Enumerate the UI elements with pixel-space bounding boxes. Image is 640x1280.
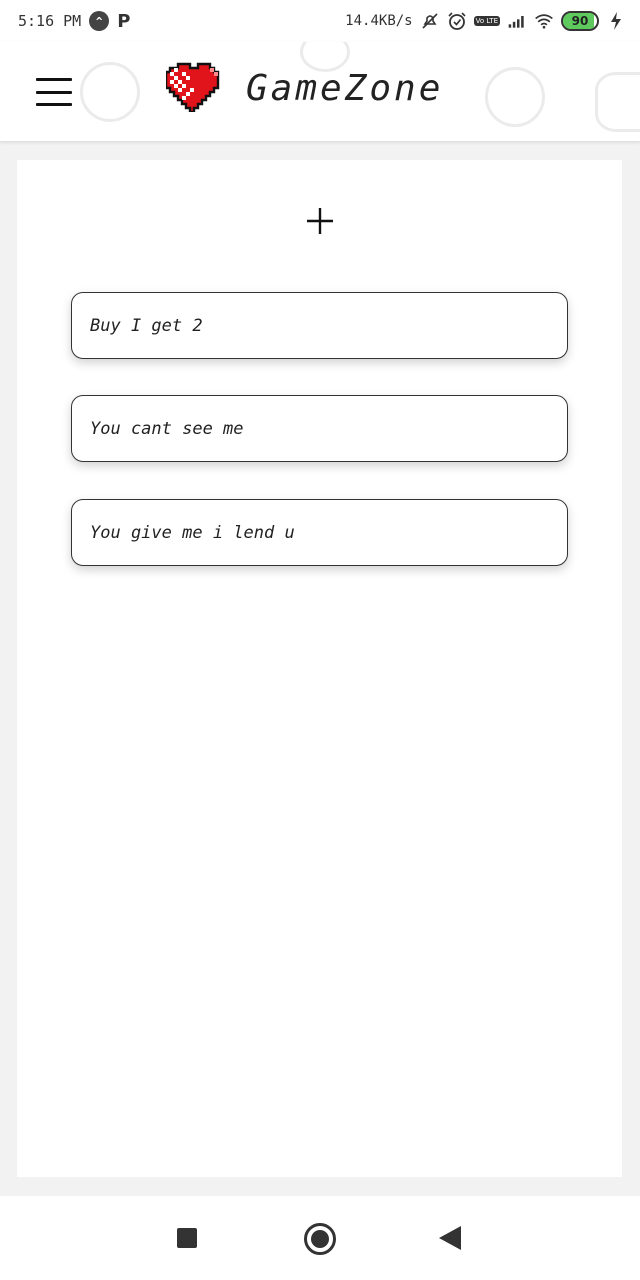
signal-icon [507,11,527,31]
todo-card: Buy I get 2 You cant see me You give me … [17,160,622,1177]
pixel-heart-icon [166,62,220,112]
battery-level: 90 [571,14,589,28]
background-doodle [595,72,640,132]
mute-icon [420,11,440,31]
status-left: 5:16 PM ^ P [18,11,130,32]
background-doodle [80,62,140,122]
plus-icon[interactable] [304,205,336,237]
app-header: GameZone [0,42,640,142]
navigation-bar [0,1196,640,1280]
battery-icon: 90 [561,11,599,31]
network-speed: 14.4KB/s [345,13,413,29]
hamburger-menu-icon[interactable] [36,78,72,106]
home-circle-icon[interactable] [304,1223,336,1255]
wifi-icon [534,11,554,31]
back-triangle-icon[interactable] [439,1226,461,1250]
recents-square-icon[interactable] [177,1228,197,1248]
status-time: 5:16 PM [18,12,82,30]
app-title: GameZone [246,68,444,109]
alarm-icon [447,11,467,31]
volte-icon: Vo LTE [473,16,500,26]
todo-item[interactable]: You give me i lend u [71,499,568,566]
screen: 5:16 PM ^ P 14.4KB/s Vo LTE 90 GameZone … [0,0,640,1280]
todo-item[interactable]: You cant see me [71,395,568,462]
p-icon: P [117,10,131,32]
todo-item[interactable]: Buy I get 2 [71,292,568,359]
arrow-up-circle-icon: ^ [89,11,110,31]
status-right: 14.4KB/s Vo LTE 90 [345,11,626,31]
background-doodle [485,67,545,127]
status-bar: 5:16 PM ^ P 14.4KB/s Vo LTE 90 [0,0,640,42]
charging-icon [606,11,626,31]
